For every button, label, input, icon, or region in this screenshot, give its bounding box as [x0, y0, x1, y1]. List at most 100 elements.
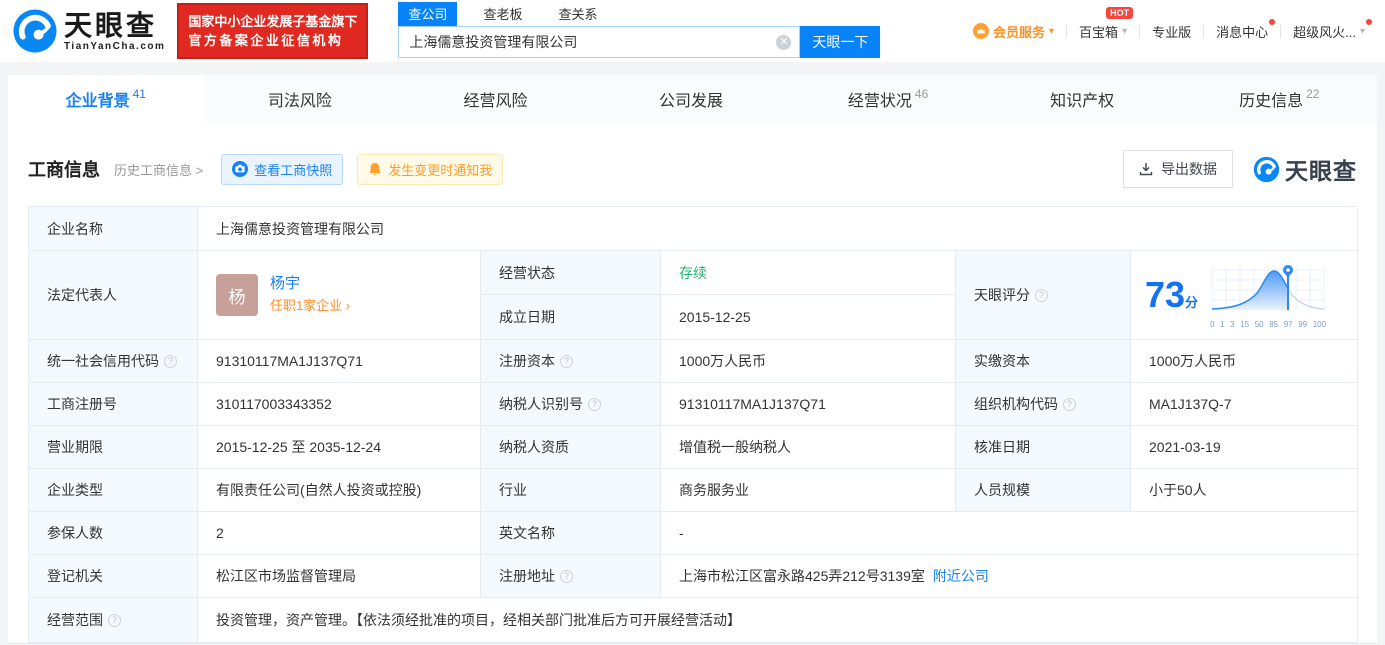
legal-rep-positions-link[interactable]: 任职1家企业 ›: [270, 296, 350, 316]
search-tab-relation[interactable]: 查关系: [548, 2, 607, 26]
top-header: 天眼查 TianYanCha.com 国家中小企业发展子基金旗下 官方备案企业征…: [0, 0, 1385, 62]
nav-super-label: 超级风火...: [1293, 24, 1356, 40]
certification-badge: 国家中小企业发展子基金旗下 官方备案企业征信机构: [177, 3, 369, 59]
industry-label: 行业: [481, 469, 661, 512]
hot-badge: HOT: [1106, 6, 1134, 19]
uscc-value: 91310117MA1J137Q71: [198, 340, 481, 383]
nav-divider: [1203, 24, 1205, 38]
industry-value: 商务服务业: [661, 469, 956, 512]
score-distribution-chart: 0 1 3 15 50 85 97 99 100: [1208, 262, 1328, 329]
company-name-label: 企业名称: [29, 207, 198, 251]
score-label: 天眼评分: [974, 287, 1030, 303]
nav-divider: [1139, 24, 1141, 38]
search-button[interactable]: 天眼一下: [800, 26, 881, 58]
score-unit: 分: [1185, 295, 1199, 310]
help-icon[interactable]: [1035, 288, 1048, 302]
status-label: 经营状态: [481, 251, 661, 295]
business-scope-label: 经营范围: [29, 598, 198, 643]
english-name-value: -: [661, 512, 1358, 555]
nav-vip-services[interactable]: 会员服务 ▾: [973, 22, 1054, 41]
site-logo[interactable]: 天眼查 TianYanCha.com: [12, 8, 165, 54]
help-icon[interactable]: [560, 354, 573, 368]
export-data-button[interactable]: 导出数据: [1123, 150, 1233, 188]
nav-divider: [1280, 24, 1282, 38]
search-tab-company[interactable]: 查公司: [398, 2, 458, 26]
address-value-cell: 上海市松江区富永路425弄212号3139室 附近公司: [661, 555, 1358, 598]
term-value: 2015-12-25 至 2035-12-24: [198, 426, 481, 469]
badge-line2: 官方备案企业征信机构: [188, 33, 344, 48]
vip-medal-icon: [973, 23, 989, 39]
taxpayer-quali-value: 增值税一般纳税人: [661, 426, 956, 469]
help-icon[interactable]: [164, 354, 177, 368]
camera-icon: [232, 161, 249, 177]
uscc-label: 统一社会信用代码: [29, 340, 198, 383]
nav-pro-label: 专业版: [1152, 24, 1192, 40]
help-icon[interactable]: [560, 569, 573, 583]
search-tabs: 查公司 查老板 查关系: [398, 2, 880, 26]
search-area: 查公司 查老板 查关系 ✕ 天眼一下: [398, 2, 881, 58]
nav-super-risk[interactable]: 超级风火... ▾: [1293, 18, 1372, 41]
legal-rep-name-link[interactable]: 杨宇: [270, 274, 350, 294]
staff-size-value: 小于50人: [1131, 469, 1358, 512]
tab-operating-risk[interactable]: 经营风险: [399, 75, 595, 123]
tab-count: 46: [914, 87, 929, 101]
address-label: 注册地址: [481, 555, 661, 598]
taxpayer-quali-label: 纳税人资质: [481, 426, 661, 469]
view-snapshot-button[interactable]: 查看工商快照: [221, 153, 344, 185]
top-nav: 会员服务 ▾ HOT 百宝箱 ▾ 专业版 消息中心 超级风火... ▾: [973, 6, 1372, 41]
established-value: 2015-12-25: [661, 295, 956, 340]
history-info-link[interactable]: 历史工商信息 >: [114, 160, 203, 179]
bell-icon: [369, 162, 381, 175]
nav-pro-version[interactable]: 专业版: [1152, 22, 1191, 41]
tab-judicial-risk[interactable]: 司法风险: [204, 75, 400, 123]
nav-toolbox-label: 百宝箱: [1079, 24, 1119, 40]
help-icon[interactable]: [1063, 397, 1076, 411]
nearby-companies-link[interactable]: 附近公司: [933, 566, 989, 586]
score-cell: 73分 0 1 3 15 50 85 97 99 100: [1131, 251, 1358, 340]
paid-capital-label: 实缴资本: [956, 340, 1131, 383]
legal-rep-cell: 杨 杨宇 任职1家企业 ›: [198, 251, 481, 340]
legal-rep-avatar[interactable]: 杨: [216, 274, 258, 316]
help-icon[interactable]: [588, 397, 601, 411]
chevron-down-icon: ▾: [1049, 25, 1055, 37]
search-tab-boss[interactable]: 查老板: [473, 2, 532, 26]
nav-message-center[interactable]: 消息中心: [1216, 18, 1276, 41]
english-name-label: 英文名称: [481, 512, 661, 555]
company-detail-card: 企业背景 41 司法风险 经营风险 公司发展 经营状况 46 知识产权 历史信息 22…: [8, 75, 1377, 644]
address-value: 上海市松江区富永路425弄212号3139室: [679, 568, 925, 584]
business-scope-value: 投资管理，资产管理。【依法须经批准的项目，经相关部门批准后方可开展经营活动】: [198, 598, 1358, 643]
legal-rep-label: 法定代表人: [29, 251, 198, 340]
help-icon[interactable]: [108, 613, 121, 627]
tab-company-development[interactable]: 公司发展: [595, 75, 791, 123]
registry-label: 登记机关: [29, 555, 198, 598]
taxpayer-id-label: 纳税人识别号: [481, 383, 661, 426]
section-tabs-bar: 企业背景 41 司法风险 经营风险 公司发展 经营状况 46 知识产权 历史信息 22: [8, 75, 1377, 123]
watermark-text: 天眼查: [1285, 158, 1357, 184]
tab-company-background[interactable]: 企业背景 41: [8, 75, 204, 123]
watermark-logo: 天眼查: [1253, 152, 1357, 186]
approval-date-label: 核准日期: [956, 426, 1131, 469]
nav-vip-label: 会员服务: [993, 24, 1046, 40]
tab-intellectual-property[interactable]: 知识产权: [986, 75, 1182, 123]
paid-capital-value: 1000万人民币: [1131, 340, 1358, 383]
section-title: 工商信息: [28, 160, 100, 180]
reg-capital-label: 注册资本: [481, 340, 661, 383]
registry-value: 松江区市场监督管理局: [198, 555, 481, 598]
established-label: 成立日期: [481, 295, 661, 340]
approval-date-value: 2021-03-19: [1131, 426, 1358, 469]
reg-no-value: 310117003343352: [198, 383, 481, 426]
org-code-value: MA1J137Q-7: [1131, 383, 1358, 426]
term-label: 营业期限: [29, 426, 198, 469]
tab-history-info[interactable]: 历史信息 22: [1181, 75, 1377, 123]
score-axis-labels: 0 1 3 15 50 85 97 99 100: [1210, 319, 1327, 329]
notify-change-button[interactable]: 发生变更时通知我: [357, 153, 504, 185]
chevron-down-icon: ▾: [1359, 25, 1365, 37]
search-input[interactable]: [409, 34, 777, 50]
tab-operating-status[interactable]: 经营状况 46: [790, 75, 986, 123]
tab-count: 41: [132, 87, 146, 101]
nav-toolbox[interactable]: HOT 百宝箱 ▾: [1079, 6, 1134, 41]
clear-search-icon[interactable]: ✕: [776, 34, 792, 50]
logo-title: 天眼查: [64, 9, 158, 41]
company-name-value: 上海儒意投资管理有限公司: [198, 207, 1358, 251]
reg-no-label: 工商注册号: [29, 383, 198, 426]
